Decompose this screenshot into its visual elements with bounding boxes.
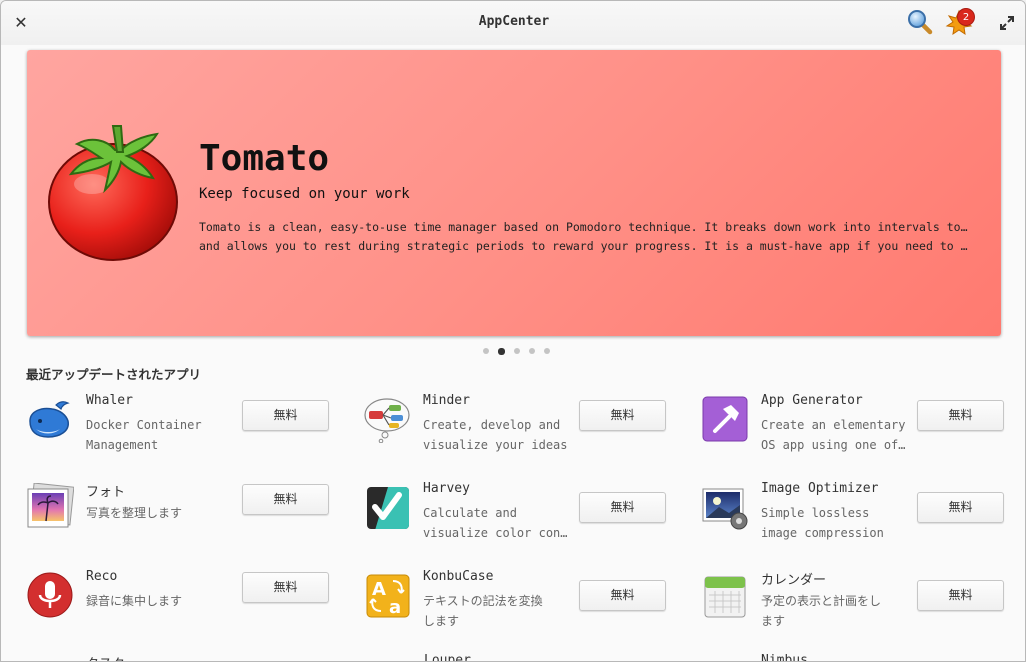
app-description-line: image compression <box>761 526 884 540</box>
app-description-line: 予定の表示と計画をし <box>761 594 882 608</box>
tomato-icon <box>48 125 178 261</box>
app-description-line: Docker Container <box>86 418 202 432</box>
app-name-partial[interactable]: タスク <box>86 653 125 661</box>
app-description-line: 録音に集中します <box>86 594 183 608</box>
page-dot-2[interactable] <box>498 348 505 355</box>
app-description-line: Create an elementary <box>761 418 906 432</box>
app-description-line: OS app using one of the templates <box>761 438 909 452</box>
mind-map-icon <box>364 398 410 443</box>
app-name: App Generator <box>761 393 863 408</box>
install-button[interactable]: 無料 <box>242 484 329 515</box>
maximize-icon <box>1000 16 1014 30</box>
install-button[interactable]: 無料 <box>579 400 666 431</box>
page-dot-1[interactable] <box>483 348 489 354</box>
app-description-line: ます <box>761 614 786 628</box>
whale-icon <box>29 401 70 438</box>
search-button[interactable] <box>907 9 933 35</box>
microphone-icon <box>27 572 73 618</box>
image-gear-icon <box>702 488 748 530</box>
calendar-icon <box>704 576 746 618</box>
app-name: Reco <box>86 569 118 584</box>
app-description: Create an elementary OS app using one of… <box>761 415 909 455</box>
install-button[interactable]: 無料 <box>917 580 1004 611</box>
app-name-partial[interactable]: Louper <box>424 653 471 661</box>
featured-app-summary: Keep focused on your work <box>199 186 410 202</box>
banner-page-indicator <box>483 348 550 356</box>
check-icon <box>367 487 409 529</box>
page-dot-5[interactable] <box>544 348 550 354</box>
app-description: 写真を整理します <box>86 503 234 523</box>
app-description: テキストの記法を変換 します <box>423 591 571 631</box>
header-bar: ✕ AppCenter 2 <box>1 1 1025 45</box>
app-description-line: visualize your ideas <box>423 438 568 452</box>
app-description: Docker Container Management <box>86 415 234 455</box>
featured-description-line: Tomato is a clean, easy-to-use time mana… <box>199 220 971 234</box>
app-name: Whaler <box>86 393 133 408</box>
app-description-line: Create, develop and <box>423 418 561 432</box>
install-button[interactable]: 無料 <box>242 572 329 603</box>
app-name: Harvey <box>423 481 470 496</box>
page-dot-3[interactable] <box>514 348 520 354</box>
app-row-photos[interactable]: フォト 写真を整理します 無料 <box>26 483 346 563</box>
app-name: Image Optimizer <box>761 481 879 496</box>
app-row-minder[interactable]: Minder Create, develop and visualize you… <box>363 393 683 475</box>
app-name-partial[interactable]: Nimbus <box>761 653 808 661</box>
app-row-whaler[interactable]: Whaler Docker Container Management 無料 <box>26 393 346 475</box>
svg-text:a: a <box>389 597 401 618</box>
app-name: KonbuCase <box>423 569 494 584</box>
app-description-line: テキストの記法を変換 <box>423 594 543 608</box>
app-description: 録音に集中します <box>86 591 234 611</box>
appcenter-window: ✕ AppCenter 2 Tomato Keep focused on you… <box>0 0 1026 662</box>
app-name: カレンダー <box>761 573 827 588</box>
featured-banner[interactable]: Tomato Keep focused on your work Tomato … <box>27 50 1001 336</box>
app-description: Calculate and visualize color contrast <box>423 503 571 543</box>
app-description-line: Management <box>86 438 159 452</box>
app-description: Simple lossless image compression <box>761 503 909 543</box>
app-name: Minder <box>423 393 470 408</box>
featured-description-line: and allows you to rest during strategic … <box>199 239 971 253</box>
app-description: 予定の表示と計画をし ます <box>761 591 909 631</box>
maximize-button[interactable] <box>999 15 1015 31</box>
photos-icon <box>27 483 74 528</box>
install-button[interactable]: 無料 <box>917 400 1004 431</box>
app-description-line: Simple lossless <box>761 506 870 520</box>
app-row-app-generator[interactable]: App Generator Create an elementary OS ap… <box>701 393 1021 475</box>
app-description: Create, develop and visualize your ideas <box>423 415 571 455</box>
app-row-konbucase[interactable]: A a KonbuCase テキストの記法を変換 します 無料 <box>363 569 683 651</box>
app-row-harvey[interactable]: Harvey Calculate and visualize color con… <box>363 481 683 563</box>
window-title: AppCenter <box>478 14 550 29</box>
install-button[interactable]: 無料 <box>579 492 666 523</box>
updates-count-badge: 2 <box>957 8 975 26</box>
app-description-line: 写真を整理します <box>86 506 183 520</box>
app-description-line: visualize color contrast <box>423 526 571 540</box>
install-button[interactable]: 無料 <box>579 580 666 611</box>
text-case-icon: A a <box>366 574 410 618</box>
page-dot-4[interactable] <box>529 348 535 354</box>
app-name: フォト <box>86 485 126 500</box>
app-description-line: Calculate and <box>423 506 517 520</box>
featured-app-name: Tomato <box>199 138 330 179</box>
featured-app-description: Tomato is a clean, easy-to-use time mana… <box>199 218 971 256</box>
app-row-image-optimizer[interactable]: Image Optimizer Simple lossless image co… <box>701 481 1021 563</box>
section-title: 最近アップデートされたアプリ <box>26 367 202 382</box>
app-row-calendar[interactable]: カレンダー 予定の表示と計画をし ます 無料 <box>701 571 1021 651</box>
app-row-reco[interactable]: Reco 録音に集中します 無料 <box>26 569 346 651</box>
svg-text:A: A <box>372 579 386 600</box>
hammer-icon <box>702 396 748 442</box>
install-button[interactable]: 無料 <box>917 492 1004 523</box>
install-button[interactable]: 無料 <box>242 400 329 431</box>
search-icon <box>908 10 933 35</box>
app-description-line: します <box>423 614 460 628</box>
